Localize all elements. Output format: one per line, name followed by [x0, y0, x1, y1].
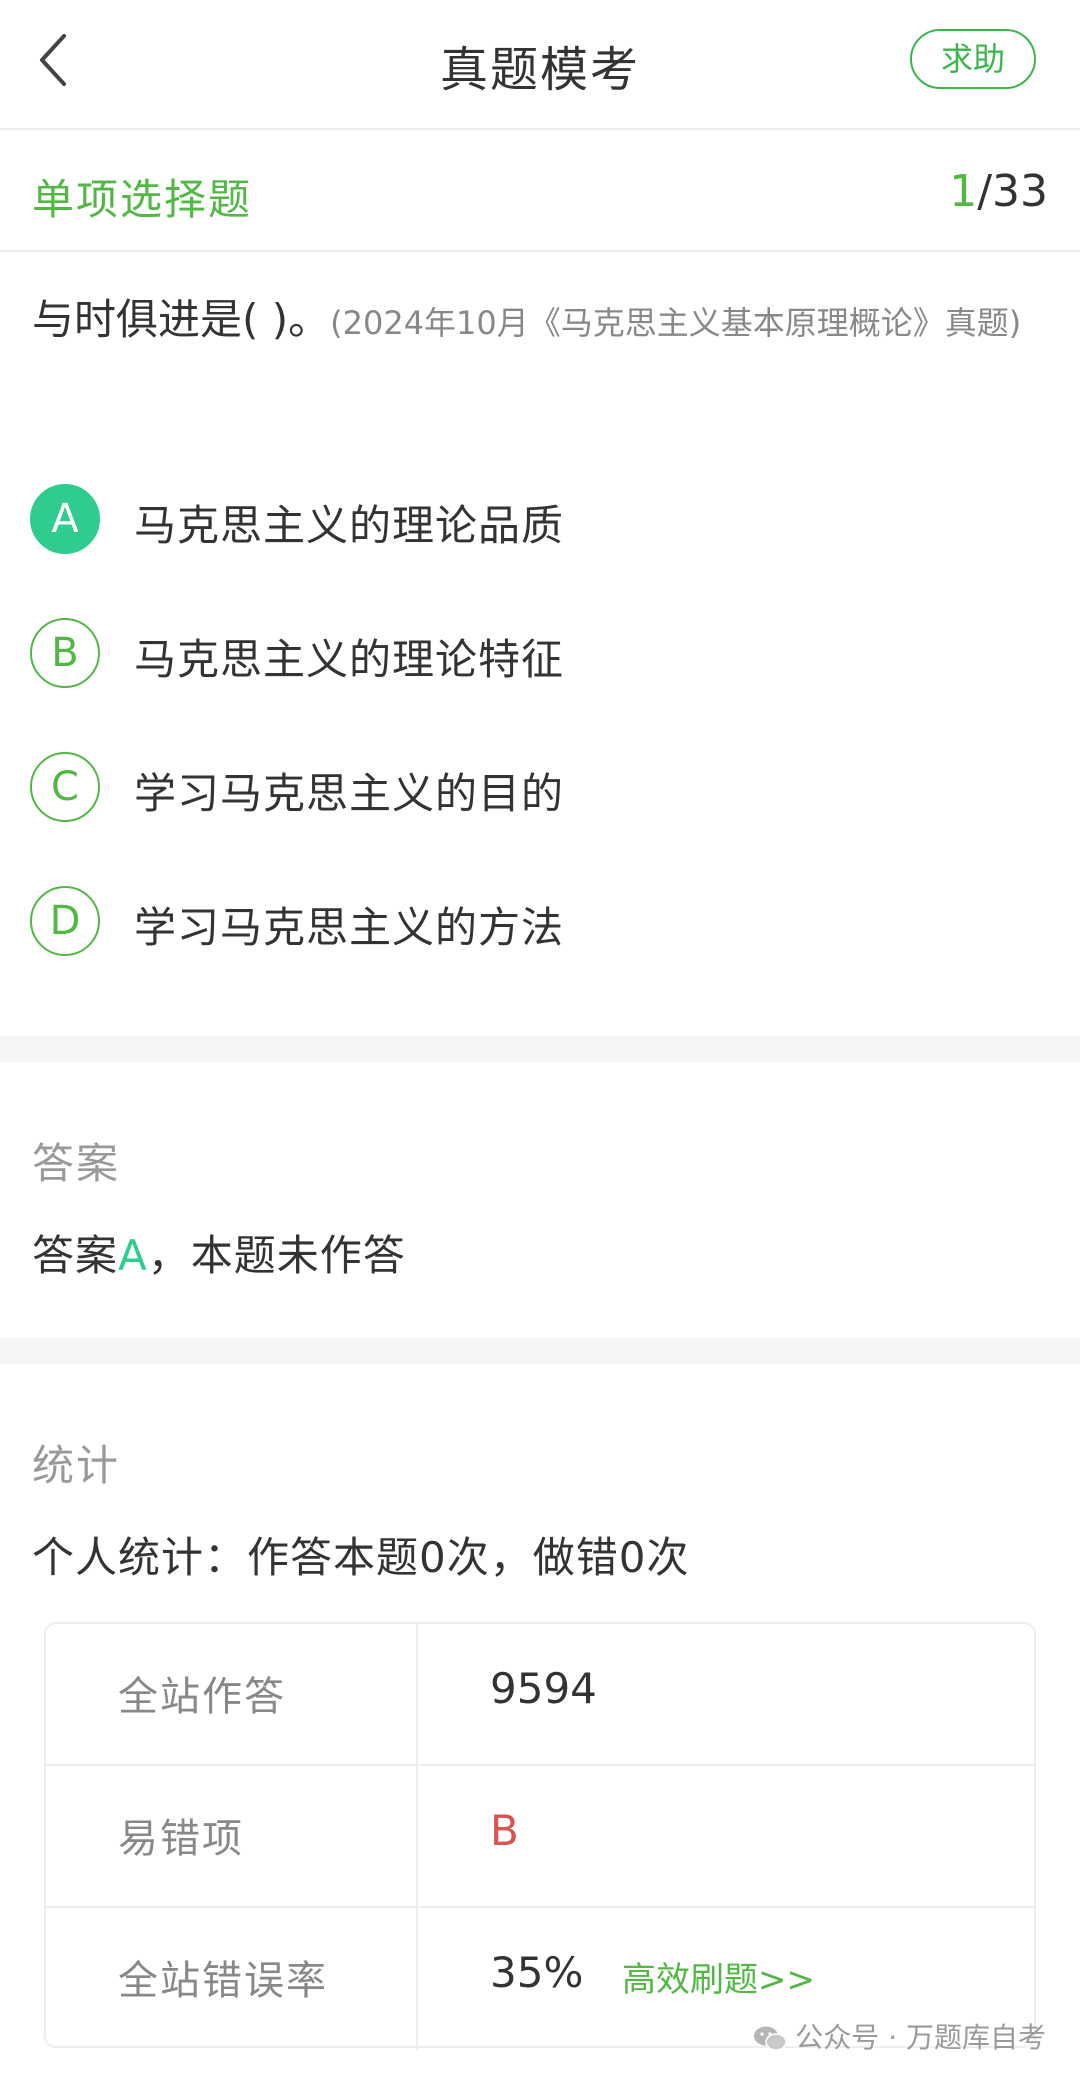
watermark: 公众号 · 万题库自考: [753, 2016, 1046, 2056]
wechat-icon: [754, 2026, 788, 2051]
question-stem: 与时俱进是( )。: [32, 295, 331, 344]
personal-stats: 个人统计：作答本题0次，做错0次: [32, 1533, 690, 1582]
table-column-divider: [416, 1766, 418, 1908]
option-b-badge: B: [30, 618, 100, 688]
stats-section-title: 统计: [32, 1441, 121, 1490]
stats-table: 全站作答 9594 易错项 B 全站错误率 35% 高效刷题>>: [44, 1622, 1036, 2050]
option-a-badge: A: [30, 484, 100, 554]
option-a[interactable]: A 马克思主义的理论品质: [30, 484, 1030, 560]
efficient-practice-link[interactable]: 高效刷题>>: [622, 1952, 815, 2001]
option-c[interactable]: C 学习马克思主义的目的: [30, 752, 1030, 828]
top-bar: 真题模考 求助: [0, 0, 1080, 130]
help-button[interactable]: 求助: [910, 29, 1036, 89]
question-counter: 1/33: [949, 166, 1048, 217]
watermark-text: 公众号 · 万题库自考: [795, 2021, 1046, 2054]
option-b[interactable]: B 马克思主义的理论特征: [30, 618, 1030, 694]
answer-section-title: 答案: [32, 1139, 121, 1188]
stats-value: 9594: [490, 1664, 597, 1713]
stats-key: 全站作答: [118, 1674, 286, 1720]
question-source: (2024年10月《马克思主义基本原理概论》真题): [330, 304, 1022, 342]
stats-row-total-answers: 全站作答 9594: [46, 1624, 1034, 1766]
option-b-text: 马克思主义的理论特征: [134, 635, 565, 684]
section-divider: [0, 1036, 1080, 1062]
question-text: 与时俱进是( )。(2024年10月《马克思主义基本原理概论》真题): [32, 288, 1042, 361]
option-d[interactable]: D 学习马克思主义的方法: [30, 886, 1030, 962]
stats-value: B: [490, 1806, 519, 1855]
answer-suffix: ，本题未作答: [147, 1231, 406, 1280]
current-question-number: 1: [949, 166, 978, 217]
stats-key: 全站错误率: [118, 1958, 328, 2004]
table-column-divider: [416, 1908, 418, 2050]
stats-key: 易错项: [118, 1816, 244, 1862]
question-type-label: 单项选择题: [32, 175, 253, 224]
stats-row-common-mistake: 易错项 B: [46, 1764, 1034, 1908]
answer-letter: A: [118, 1231, 148, 1280]
option-c-text: 学习马克思主义的目的: [134, 769, 565, 818]
option-a-text: 马克思主义的理论品质: [134, 501, 565, 550]
option-c-badge: C: [30, 752, 100, 822]
answer-prefix: 答案: [32, 1231, 119, 1280]
question-type-bar: 单项选择题 1/33: [0, 130, 1080, 252]
option-d-badge: D: [30, 886, 100, 956]
total-questions: /33: [977, 166, 1048, 217]
section-divider: [0, 1338, 1080, 1364]
option-d-text: 学习马克思主义的方法: [134, 903, 565, 952]
answer-line: 答案A，本题未作答: [32, 1222, 406, 1283]
table-column-divider: [416, 1624, 418, 1766]
stats-value: 35%: [490, 1948, 584, 1997]
